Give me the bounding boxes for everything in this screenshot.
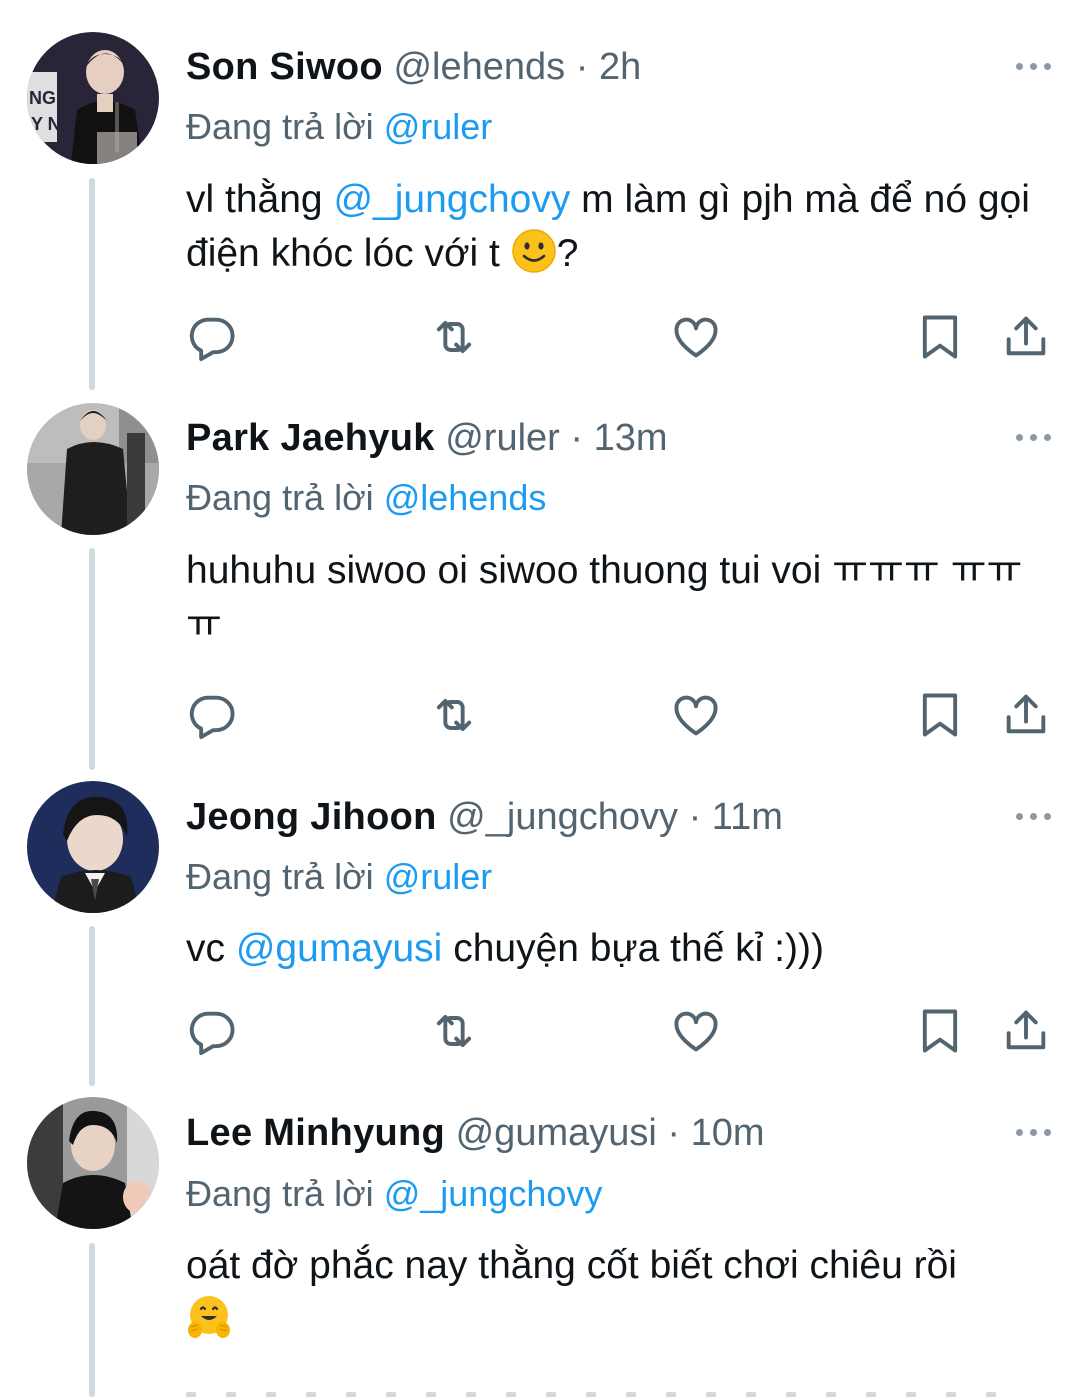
tweet-text: vl thằng @_jungchovy m làm gì pjh mà để … [186, 173, 1046, 281]
retweet-icon[interactable] [428, 1005, 480, 1057]
reply-icon[interactable] [186, 689, 238, 741]
replying-to: Đang trả lời @lehends [186, 476, 546, 520]
separator-dot: · [570, 417, 584, 459]
more-options-icon[interactable] [1014, 806, 1054, 826]
bookmark-icon[interactable] [914, 689, 966, 741]
bookmark-icon[interactable] [914, 311, 966, 363]
tweet-2[interactable]: Park Jaehyuk @ruler · 13m Đang trả lời @… [0, 390, 1075, 770]
reply-target-mention[interactable]: @ruler [384, 106, 493, 147]
avatar[interactable]: NG Y N [27, 32, 159, 164]
more-options-icon[interactable] [1014, 427, 1054, 447]
replying-to-label: Đang trả lời [186, 477, 374, 518]
tweet-text: oát đờ phắc nay thằng cốt biết chơi chiê… [186, 1239, 1046, 1347]
bookmark-icon[interactable] [914, 1005, 966, 1057]
separator-dot: · [688, 796, 702, 838]
display-name[interactable]: Park Jaehyuk [186, 417, 435, 459]
timestamp[interactable]: 11m [712, 796, 783, 838]
hugging-face-emoji-icon [186, 1294, 232, 1340]
more-options-icon[interactable] [1014, 1122, 1054, 1142]
display-name[interactable]: Lee Minhyung [186, 1112, 445, 1154]
tweet-header: Son Siwoo @lehends · 2h [186, 45, 641, 89]
tweet-3[interactable]: Jeong Jihoon @_jungchovy · 11m Đang trả … [0, 770, 1075, 1086]
share-icon[interactable] [1000, 311, 1052, 363]
tweet-1[interactable]: NG Y N Son Siwoo @lehends · 2h Đang trả … [0, 0, 1075, 390]
reply-icon[interactable] [186, 1005, 238, 1057]
reply-target-mention[interactable]: @lehends [384, 477, 547, 518]
replying-to: Đang trả lời @ruler [186, 105, 492, 149]
tweet-text-segment: chuyện bựa thế kỉ :))) [442, 927, 824, 970]
tweet-text: vc @gumayusi chuyện bựa thế kỉ :))) [186, 922, 1046, 976]
display-name[interactable]: Jeong Jihoon [186, 796, 437, 838]
tweet-text-segment: vl thằng [186, 178, 334, 221]
tweet-text-segment: vc [186, 927, 236, 970]
tweet-header: Jeong Jihoon @_jungchovy · 11m [186, 795, 783, 839]
user-handle[interactable]: @lehends [393, 46, 565, 88]
tweet-header: Park Jaehyuk @ruler · 13m [186, 416, 668, 460]
slightly-smiling-face-emoji-icon [511, 228, 557, 274]
timestamp[interactable]: 13m [594, 417, 668, 459]
thread-line [89, 926, 95, 1086]
display-name[interactable]: Son Siwoo [186, 46, 383, 88]
reply-icon[interactable] [186, 311, 238, 363]
thread-line [89, 1243, 95, 1397]
reply-target-mention[interactable]: @ruler [384, 856, 493, 897]
share-icon[interactable] [1000, 1005, 1052, 1057]
avatar[interactable] [27, 403, 159, 535]
avatar[interactable] [27, 1097, 159, 1229]
avatar[interactable] [27, 781, 159, 913]
replying-to-label: Đang trả lời [186, 856, 374, 897]
separator-dot: · [575, 46, 589, 88]
mention-link[interactable]: @gumayusi [236, 927, 443, 970]
like-icon[interactable] [670, 311, 722, 363]
user-handle[interactable]: @_jungchovy [447, 796, 678, 838]
tweet-4[interactable]: Lee Minhyung @gumayusi · 10m Đang trả lờ… [0, 1086, 1075, 1397]
mention-link[interactable]: @_jungchovy [333, 178, 570, 221]
svg-text:Y N: Y N [31, 114, 61, 134]
retweet-icon[interactable] [428, 689, 480, 741]
like-icon[interactable] [670, 1005, 722, 1057]
like-icon[interactable] [670, 689, 722, 741]
retweet-icon[interactable] [428, 311, 480, 363]
share-icon[interactable] [1000, 689, 1052, 741]
thread-line [89, 178, 95, 390]
user-handle[interactable]: @ruler [445, 417, 560, 459]
replying-to-label: Đang trả lời [186, 106, 374, 147]
separator-dot: · [667, 1112, 681, 1154]
replying-to-label: Đang trả lời [186, 1173, 374, 1214]
thread-line [89, 548, 95, 770]
tweet-text-segment: oát đờ phắc nay thằng cốt biết chơi chiê… [186, 1244, 957, 1287]
replying-to: Đang trả lời @ruler [186, 855, 492, 899]
replying-to: Đang trả lời @_jungchovy [186, 1172, 602, 1216]
reply-target-mention[interactable]: @_jungchovy [384, 1173, 603, 1214]
tweet-header: Lee Minhyung @gumayusi · 10m [186, 1111, 765, 1155]
tweet-text-segment: huhuhu siwoo oi siwoo thuong tui voi ㅠㅠㅠ… [186, 549, 1023, 646]
more-options-icon[interactable] [1014, 56, 1054, 76]
next-tweet-text-peek [186, 1388, 1046, 1397]
tweet-text-segment: ? [556, 232, 579, 275]
svg-text:NG: NG [29, 88, 56, 108]
user-handle[interactable]: @gumayusi [456, 1112, 657, 1154]
timestamp[interactable]: 10m [691, 1112, 765, 1154]
timestamp[interactable]: 2h [599, 46, 641, 88]
tweet-text: huhuhu siwoo oi siwoo thuong tui voi ㅠㅠㅠ… [186, 544, 1026, 652]
